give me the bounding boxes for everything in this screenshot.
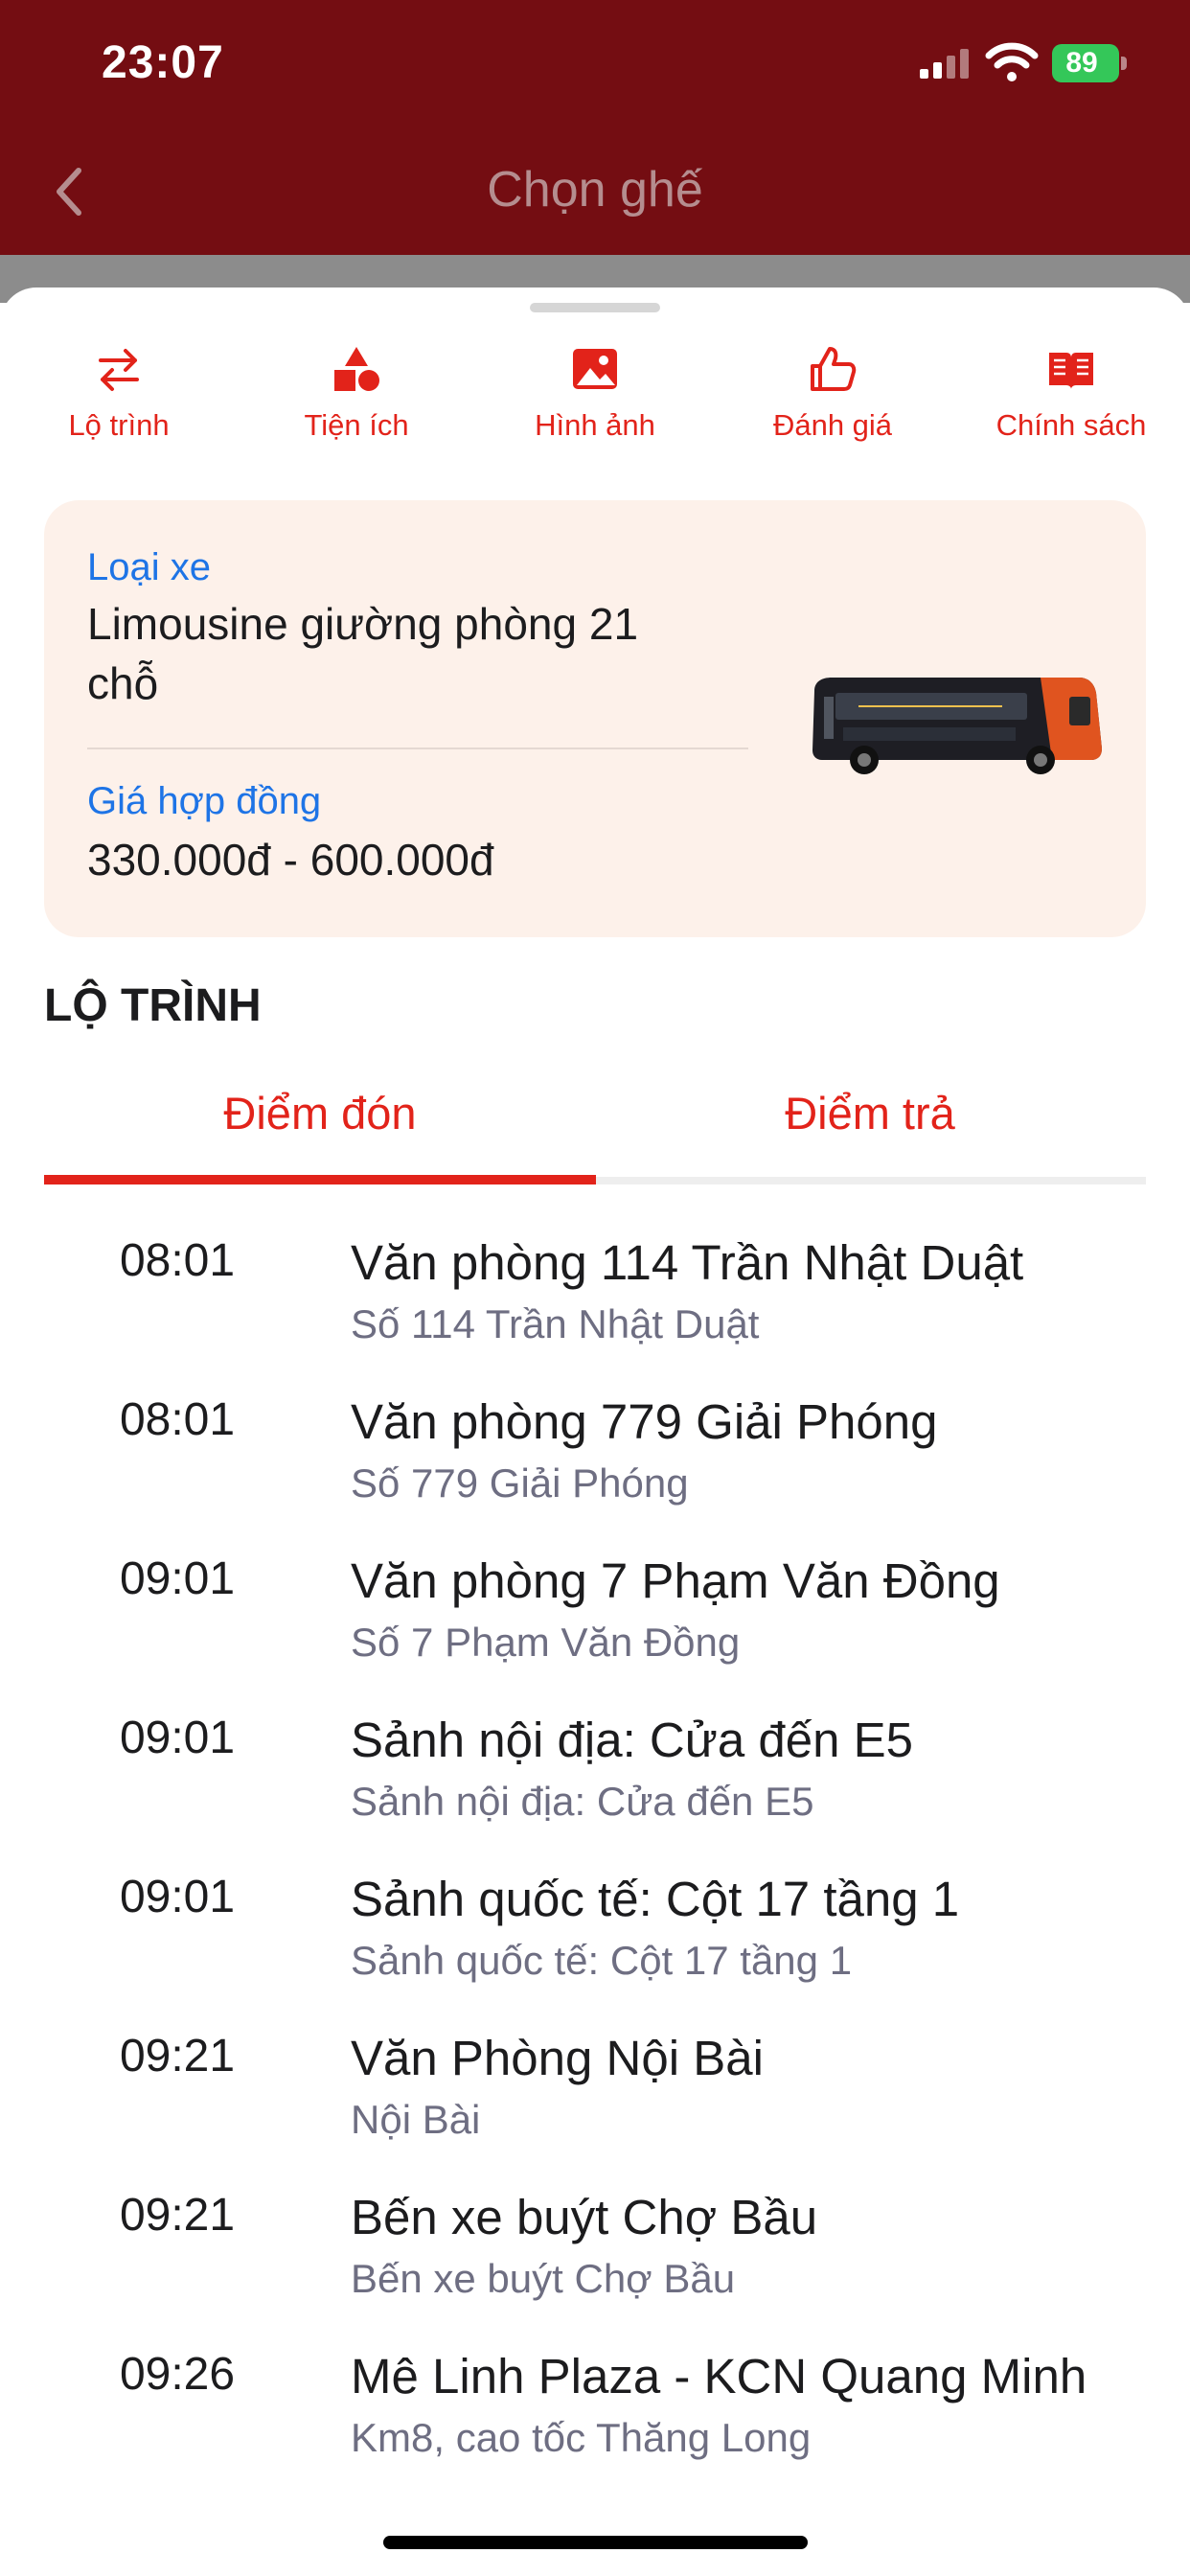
- stop-address: Nội Bài: [351, 2097, 481, 2142]
- vehicle-type-value-line1: Limousine giường phòng 21: [87, 599, 639, 649]
- price-value: 330.000đ - 600.000đ: [87, 835, 494, 885]
- list-item[interactable]: 09:01 Sảnh quốc tế: Cột 17 tầng 1 Sảnh q…: [0, 1863, 1190, 1997]
- stop-time: 09:01: [119, 1553, 236, 1604]
- tab-images-label: Hình ảnh: [535, 408, 655, 442]
- status-bar: 23:07 89: [0, 0, 1190, 134]
- stop-time: 09:01: [119, 1872, 236, 1922]
- tab-reviews-label: Đánh giá: [772, 408, 893, 442]
- list-item[interactable]: 09:21 Văn Phòng Nội Bài Nội Bài: [0, 2022, 1190, 2156]
- stop-time: 08:01: [119, 1235, 236, 1286]
- home-indicator[interactable]: [383, 2536, 808, 2549]
- wifi-icon: [985, 42, 1039, 81]
- page-title: Chọn ghế: [487, 162, 703, 218]
- battery-level: 89: [1065, 47, 1098, 79]
- bus-image: [812, 678, 1102, 774]
- stop-name: Văn phòng 7 Phạm Văn Đồng: [351, 1553, 1000, 1608]
- route-section-title: LỘ TRÌNH: [44, 980, 262, 1031]
- tab-dropoff-points[interactable]: Điểm trả: [594, 1087, 1146, 1154]
- price-label: Giá hợp đồng: [87, 780, 322, 822]
- active-tab-indicator: [44, 1175, 596, 1184]
- tab-pickup-points[interactable]: Điểm đón: [44, 1087, 596, 1154]
- list-item[interactable]: 09:01 Sảnh nội địa: Cửa đến E5 Sảnh nội …: [0, 1704, 1190, 1838]
- battery-indicator: 89: [1052, 44, 1119, 82]
- tab-reviews[interactable]: Đánh giá: [714, 339, 951, 464]
- stop-address: Số 114 Trần Nhật Duật: [351, 1301, 760, 1346]
- vehicle-type-label: Loại xe: [87, 546, 211, 588]
- image-icon: [573, 349, 617, 389]
- stop-name: Văn Phòng Nội Bài: [351, 2031, 764, 2085]
- thumbs-up-icon: [811, 347, 857, 391]
- stop-address: Bến xe buýt Chợ Bầu: [351, 2256, 736, 2301]
- stop-time: 09:21: [119, 2031, 236, 2082]
- stop-address: Km8, cao tốc Thăng Long: [351, 2415, 812, 2460]
- stop-time: 09:01: [119, 1713, 236, 1763]
- stop-name: Mê Linh Plaza - KCN Quang Minh: [351, 2349, 1087, 2404]
- navigation-bar: Chọn ghế: [0, 134, 1190, 249]
- tab-policy-label: Chính sách: [995, 408, 1147, 442]
- vehicle-type-value-line2: chỗ: [87, 658, 159, 708]
- sheet-grabber[interactable]: [530, 303, 660, 312]
- list-item[interactable]: 08:01 Văn phòng 779 Giải Phóng Số 779 Gi…: [0, 1386, 1190, 1520]
- stop-address: Số 779 Giải Phóng: [351, 1460, 689, 1506]
- cellular-signal-icon: [920, 49, 969, 79]
- info-tab-bar: Lộ trình Tiện ích Hình ảnh Đánh giá Chín…: [0, 339, 1190, 464]
- battery-tip: [1121, 57, 1127, 70]
- tab-amenities-label: Tiện ích: [304, 408, 409, 442]
- card-divider: [87, 748, 748, 749]
- stop-time: 09:21: [119, 2190, 236, 2241]
- status-time: 23:07: [102, 37, 224, 88]
- swap-arrows-icon: [99, 349, 139, 391]
- list-item[interactable]: 08:01 Văn phòng 114 Trần Nhật Duật Số 11…: [0, 1227, 1190, 1361]
- stop-address: Sảnh quốc tế: Cột 17 tầng 1: [351, 1938, 853, 1983]
- stop-time: 09:26: [119, 2349, 236, 2400]
- stop-name: Sảnh nội địa: Cửa đến E5: [351, 1713, 914, 1767]
- book-icon: [1049, 353, 1093, 389]
- tab-amenities[interactable]: Tiện ích: [238, 339, 475, 464]
- bottom-sheet: Lộ trình Tiện ích Hình ảnh Đánh giá Chín…: [0, 288, 1190, 2576]
- stop-name: Văn phòng 779 Giải Phóng: [351, 1394, 938, 1449]
- stop-address: Số 7 Phạm Văn Đồng: [351, 1620, 741, 1665]
- vehicle-info-card: Loại xe Limousine giường phòng 21 chỗ Gi…: [44, 500, 1146, 937]
- stop-time: 08:01: [119, 1394, 236, 1445]
- tab-policy[interactable]: Chính sách: [952, 339, 1190, 464]
- stop-name: Sảnh quốc tế: Cột 17 tầng 1: [351, 1872, 960, 1926]
- stop-name: Văn phòng 114 Trần Nhật Duật: [351, 1235, 1024, 1290]
- tab-route[interactable]: Lộ trình: [0, 339, 238, 464]
- list-item[interactable]: 09:21 Bến xe buýt Chợ Bầu Bến xe buýt Ch…: [0, 2181, 1190, 2315]
- tab-images[interactable]: Hình ảnh: [476, 339, 714, 464]
- list-item[interactable]: 09:01 Văn phòng 7 Phạm Văn Đồng Số 7 Phạ…: [0, 1545, 1190, 1679]
- stop-address: Sảnh nội địa: Cửa đến E5: [351, 1779, 814, 1824]
- tab-route-label: Lộ trình: [68, 408, 170, 442]
- shapes-icon: [334, 347, 379, 391]
- stop-name: Bến xe buýt Chợ Bầu: [351, 2190, 818, 2244]
- list-item[interactable]: 09:26 Mê Linh Plaza - KCN Quang Minh Km8…: [0, 2340, 1190, 2474]
